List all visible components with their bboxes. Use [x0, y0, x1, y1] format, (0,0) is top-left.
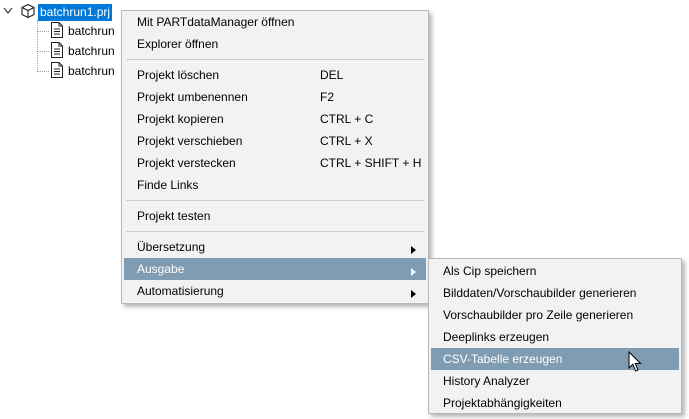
menu-item-label: Bilddaten/Vorschaubilder generieren [443, 286, 637, 300]
menu-item-rename-project[interactable]: Projekt umbenennen F2 [124, 86, 426, 108]
menu-separator [126, 59, 424, 60]
context-menu: Mit PARTdataManager öffnen Explorer öffn… [121, 10, 429, 304]
menu-item-shortcut: CTRL + X [320, 134, 373, 148]
menu-item-shortcut: CTRL + C [320, 112, 374, 126]
menu-item-translation[interactable]: Übersetzung [124, 236, 426, 258]
submenu-item-previews-per-row[interactable]: Vorschaubilder pro Zeile generieren [431, 304, 679, 326]
chevron-right-icon [411, 287, 416, 301]
tree-connector [37, 71, 49, 72]
tree-node-child[interactable]: batchrun [50, 21, 115, 41]
menu-item-label: Explorer öffnen [137, 37, 219, 51]
collapse-toggle-icon[interactable] [2, 5, 14, 19]
menu-item-shortcut: DEL [320, 68, 344, 82]
menu-item-label: CSV-Tabelle erzeugen [443, 352, 563, 366]
tree-connector [37, 51, 49, 52]
menu-item-open-partdatamanager[interactable]: Mit PARTdataManager öffnen [124, 11, 426, 33]
tree-node-root[interactable]: batchrun1.prj [20, 3, 113, 22]
menu-item-find-links[interactable]: Finde Links [124, 174, 426, 196]
menu-item-automation[interactable]: Automatisierung [124, 280, 426, 302]
tree-node-child-label: batchrun [68, 63, 115, 78]
menu-item-move-project[interactable]: Projekt verschieben CTRL + X [124, 130, 426, 152]
menu-item-open-explorer[interactable]: Explorer öffnen [124, 33, 426, 55]
menu-item-delete-project[interactable]: Projekt löschen DEL [124, 64, 426, 86]
menu-item-label: Projekt kopieren [137, 112, 224, 126]
tree-connector [37, 31, 49, 32]
tree-node-child-label: batchrun [68, 23, 115, 38]
menu-item-label: Projekt verschieben [137, 134, 243, 148]
menu-item-label: Automatisierung [137, 284, 224, 298]
menu-item-shortcut: F2 [320, 90, 335, 104]
chevron-right-icon [411, 265, 416, 279]
output-submenu: Als Cip speichern Bilddaten/Vorschaubild… [428, 258, 682, 414]
menu-item-shortcut: CTRL + SHIFT + H [320, 156, 422, 170]
menu-item-label: History Analyzer [443, 374, 530, 388]
tree-node-child-label: batchrun [68, 43, 115, 58]
menu-item-label: Übersetzung [137, 240, 206, 254]
menu-item-label: Deeplinks erzeugen [443, 330, 550, 344]
menu-item-label: Projekt umbenennen [137, 90, 248, 104]
tree-node-root-label: batchrun1.prj [38, 3, 113, 21]
tree-connector [37, 20, 38, 72]
menu-item-label: Ausgabe [137, 262, 185, 276]
submenu-item-generate-preview-images[interactable]: Bilddaten/Vorschaubilder generieren [431, 282, 679, 304]
tree-node-child[interactable]: batchrun [50, 41, 115, 61]
document-icon [50, 21, 64, 41]
menu-item-label: Projektabhängigkeiten [443, 396, 562, 410]
menu-separator [126, 200, 424, 201]
menu-item-copy-project[interactable]: Projekt kopieren CTRL + C [124, 108, 426, 130]
menu-item-output[interactable]: Ausgabe [124, 258, 426, 280]
tree-node-child[interactable]: batchrun [50, 61, 115, 81]
menu-item-label: Projekt testen [137, 209, 211, 223]
document-icon [50, 61, 64, 81]
menu-item-hide-project[interactable]: Projekt verstecken CTRL + SHIFT + H [124, 152, 426, 174]
menu-item-label: Projekt verstecken [137, 156, 236, 170]
document-icon [50, 41, 64, 61]
chevron-right-icon [411, 243, 416, 257]
mouse-cursor-icon [628, 350, 642, 376]
menu-item-test-project[interactable]: Projekt testen [124, 205, 426, 227]
menu-item-label: Vorschaubilder pro Zeile generieren [443, 308, 634, 322]
submenu-item-save-as-cip[interactable]: Als Cip speichern [431, 260, 679, 282]
menu-item-label: Als Cip speichern [443, 264, 537, 278]
menu-item-label: Finde Links [137, 178, 199, 192]
menu-item-label: Mit PARTdataManager öffnen [137, 15, 295, 29]
package-cube-icon [20, 3, 36, 22]
menu-separator [126, 231, 424, 232]
submenu-item-project-dependencies[interactable]: Projektabhängigkeiten [431, 392, 679, 414]
menu-item-label: Projekt löschen [137, 68, 220, 82]
submenu-item-create-deeplinks[interactable]: Deeplinks erzeugen [431, 326, 679, 348]
